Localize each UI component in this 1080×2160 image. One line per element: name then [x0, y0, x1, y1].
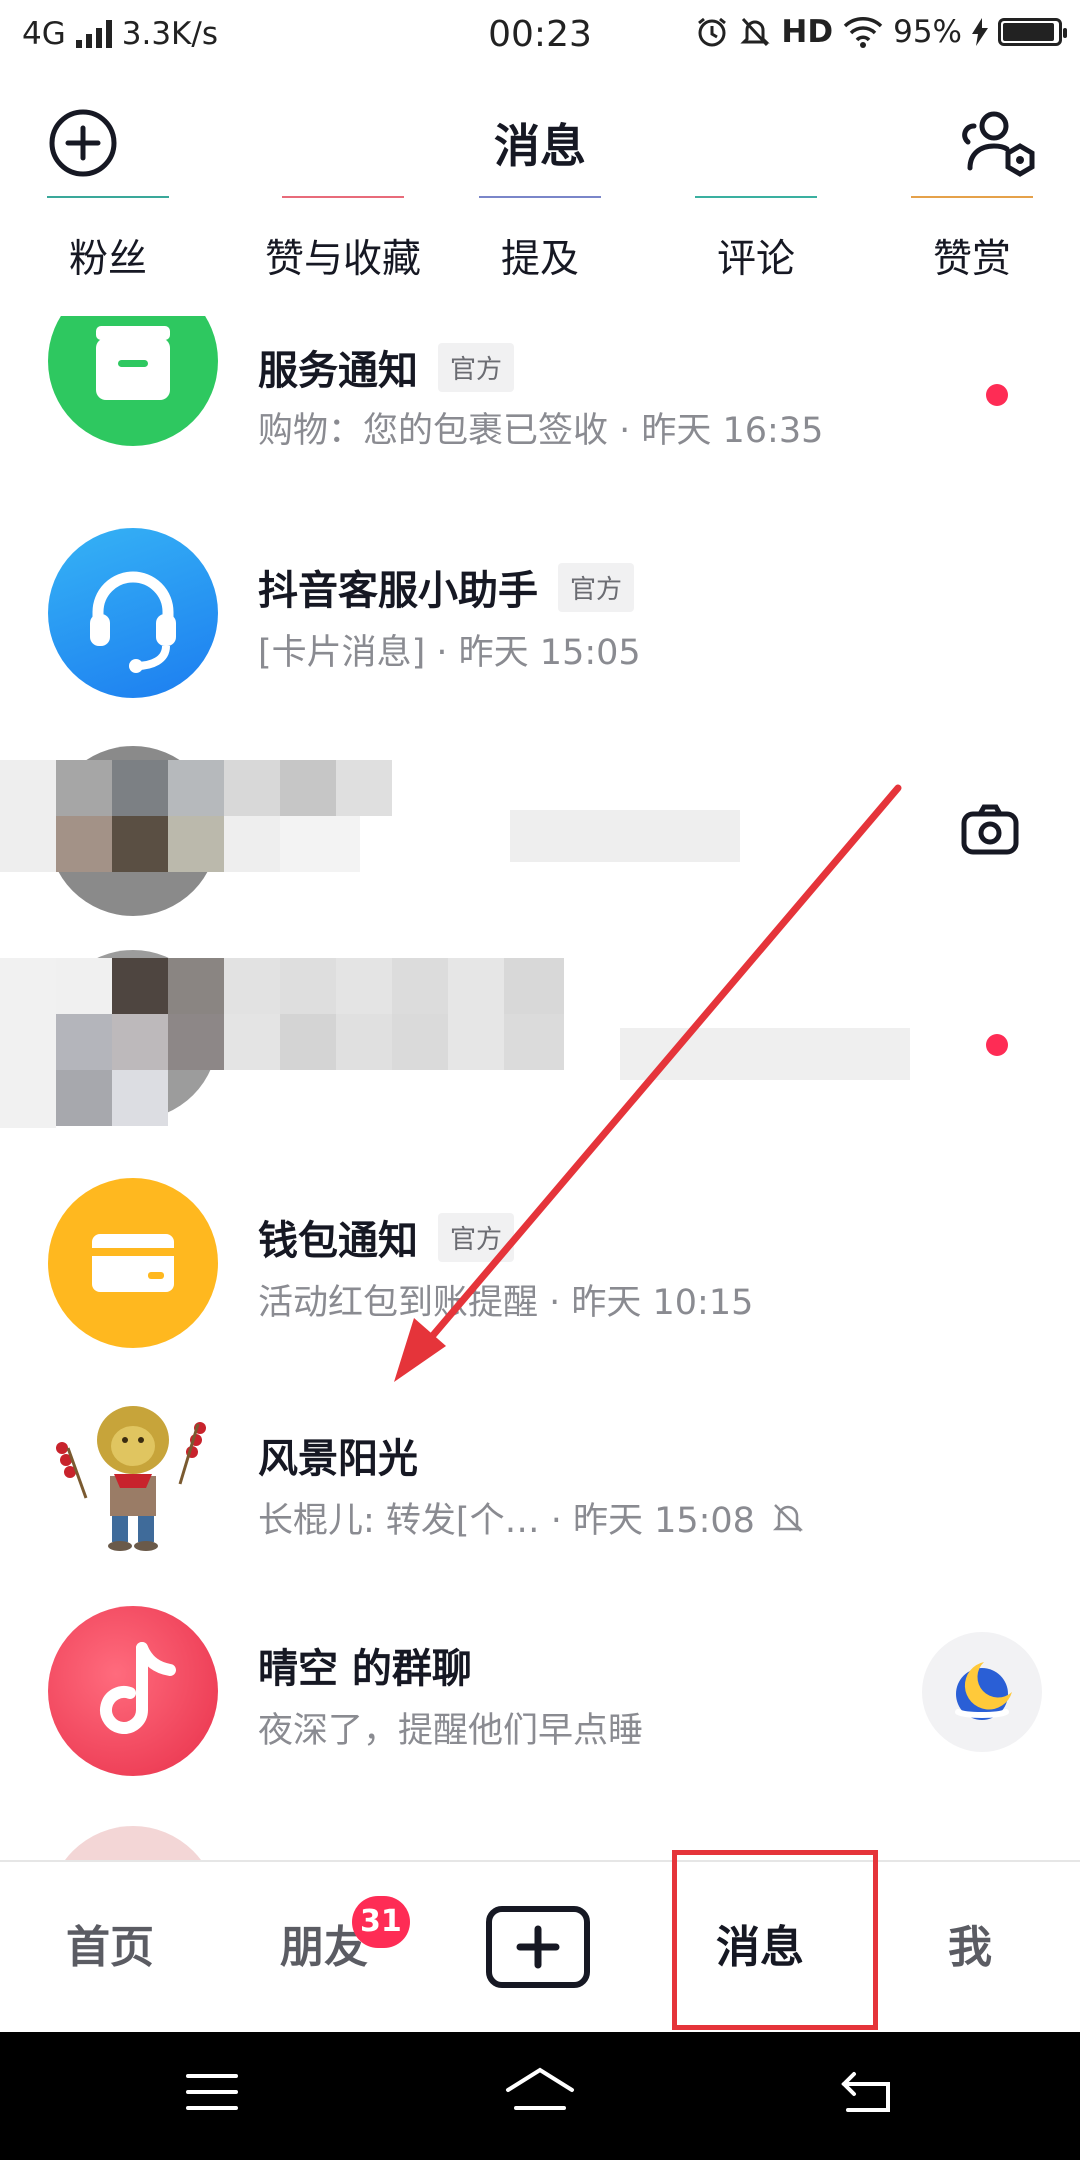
menu-icon[interactable]: [186, 2064, 238, 2120]
annotation-highlight-box: [672, 1850, 878, 2030]
bottom-tab-bar: 首页 朋友 31 消息 我: [0, 1860, 1080, 2034]
create-button[interactable]: [486, 1906, 590, 1988]
annotation-arrow: [394, 784, 902, 1382]
friends-badge: 31: [352, 1896, 410, 1948]
tab-me[interactable]: 我: [900, 1862, 1040, 2034]
plus-square-icon: [516, 1925, 560, 1969]
home-icon[interactable]: [504, 2064, 576, 2120]
tab-friends[interactable]: 朋友: [254, 1862, 394, 2034]
back-icon[interactable]: [840, 2064, 896, 2120]
tab-home[interactable]: 首页: [40, 1862, 180, 2034]
system-nav-bar: [0, 2032, 1080, 2160]
